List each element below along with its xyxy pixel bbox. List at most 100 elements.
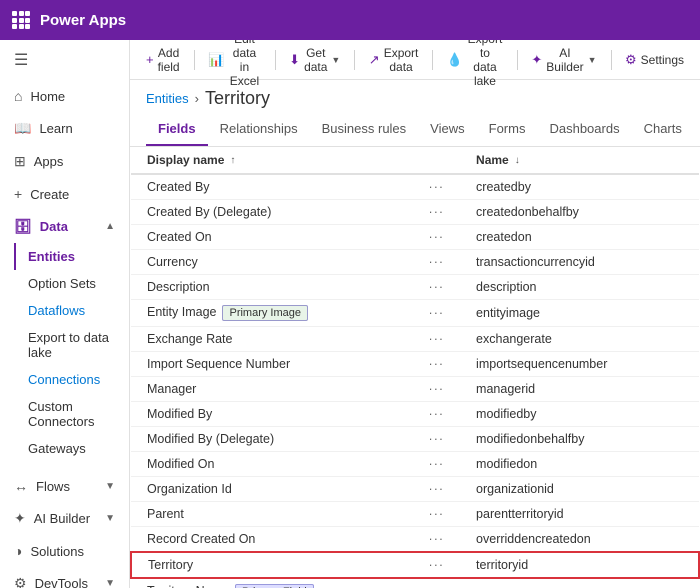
table-row[interactable]: Description···description <box>131 275 699 300</box>
export-data-icon: ↗ <box>369 52 380 68</box>
table-row[interactable]: Created By···createdby <box>131 174 699 200</box>
cell-actions[interactable]: ··· <box>413 578 461 588</box>
table-row[interactable]: Modified By···modifiedby <box>131 402 699 427</box>
cell-display: Created By <box>131 174 413 200</box>
cell-actions[interactable]: ··· <box>413 477 461 502</box>
apps-icon: ⊞ <box>14 153 26 170</box>
field-badge: Primary Image <box>222 305 308 321</box>
sidebar-sub-gateways[interactable]: Gateways <box>14 435 129 462</box>
tab-views[interactable]: Views <box>418 113 476 146</box>
table-row[interactable]: Created By (Delegate)···createdonbehalfb… <box>131 200 699 225</box>
cell-actions[interactable]: ··· <box>413 200 461 225</box>
sidebar-item-create[interactable]: + Create <box>0 178 129 210</box>
flows-icon: ↔ <box>14 478 28 494</box>
cell-name: entityimage <box>460 300 699 327</box>
sidebar-sub-export[interactable]: Export to data lake <box>14 324 129 366</box>
cell-actions[interactable]: ··· <box>413 225 461 250</box>
table-row[interactable]: Territory···territoryid <box>131 552 699 578</box>
col-header-name[interactable]: Name ↓ <box>460 147 699 174</box>
edit-excel-icon: 📊 <box>208 52 224 68</box>
cell-actions[interactable]: ··· <box>413 452 461 477</box>
sidebar-sub-option-sets[interactable]: Option Sets <box>14 270 129 297</box>
sidebar-item-solutions[interactable]: ◑ Solutions <box>0 535 129 567</box>
sidebar-item-flows[interactable]: ↔ Flows ▼ <box>0 470 129 502</box>
sidebar-sub-dataflows[interactable]: Dataflows <box>14 297 129 324</box>
tab-keys[interactable]: Keys <box>694 113 700 146</box>
table-row[interactable]: Organization Id···organizationid <box>131 477 699 502</box>
sidebar-item-home[interactable]: ⌂ Home <box>0 80 129 112</box>
sidebar-sub-custom-connectors[interactable]: Custom Connectors <box>14 393 129 435</box>
cell-display: Record Created On <box>131 527 413 553</box>
table-row[interactable]: Modified By (Delegate)···modifiedonbehal… <box>131 427 699 452</box>
sidebar-item-apps[interactable]: ⊞ Apps <box>0 145 129 178</box>
table-row[interactable]: Created On···createdon <box>131 225 699 250</box>
add-field-button[interactable]: + Add field <box>138 42 188 78</box>
table-row[interactable]: Record Created On···overriddencreatedon <box>131 527 699 553</box>
table-row[interactable]: Entity ImagePrimary Image···entityimage <box>131 300 699 327</box>
sidebar-item-data[interactable]: 🗄 Data ▲ <box>0 210 129 243</box>
tab-charts[interactable]: Charts <box>632 113 694 146</box>
settings-icon: ⚙ <box>625 52 637 68</box>
add-field-icon: + <box>146 52 154 67</box>
cell-display: Description <box>131 275 413 300</box>
sidebar-sub-entities[interactable]: Entities <box>14 243 129 270</box>
col-header-display[interactable]: Display name ↑ <box>131 147 413 174</box>
tab-fields[interactable]: Fields <box>146 113 208 146</box>
tab-dashboards[interactable]: Dashboards <box>537 113 631 146</box>
breadcrumb-current: Territory <box>205 88 270 109</box>
sidebar-sub-connections[interactable]: Connections <box>14 366 129 393</box>
sidebar-item-ai-builder[interactable]: ✦ AI Builder ▼ <box>0 502 129 535</box>
settings-button[interactable]: ⚙ Settings <box>617 48 692 72</box>
cell-display: Manager <box>131 377 413 402</box>
tab-relationships[interactable]: Relationships <box>208 113 310 146</box>
breadcrumb-separator: › <box>195 91 199 106</box>
table-row[interactable]: Modified On···modifiedon <box>131 452 699 477</box>
cell-display: Territory <box>131 552 413 578</box>
cell-name: name <box>460 578 699 588</box>
table-row[interactable]: Territory NamePrimary Field···name <box>131 578 699 588</box>
cell-name: managerid <box>460 377 699 402</box>
cell-actions[interactable]: ··· <box>413 352 461 377</box>
cell-display: Created By (Delegate) <box>131 200 413 225</box>
cell-actions[interactable]: ··· <box>413 427 461 452</box>
tab-forms[interactable]: Forms <box>477 113 538 146</box>
field-badge: Primary Field <box>235 584 314 588</box>
tab-business-rules[interactable]: Business rules <box>310 113 419 146</box>
ai-builder-caret-icon: ▼ <box>588 55 597 65</box>
cell-actions[interactable]: ··· <box>413 502 461 527</box>
table-row[interactable]: Manager···managerid <box>131 377 699 402</box>
ai-builder-button[interactable]: ✦ AI Builder ▼ <box>523 42 604 78</box>
cell-actions[interactable]: ··· <box>413 327 461 352</box>
solutions-icon: ◑ <box>14 543 22 559</box>
cell-actions[interactable]: ··· <box>413 402 461 427</box>
cell-actions[interactable]: ··· <box>413 250 461 275</box>
cell-name: territoryid <box>460 552 699 578</box>
cell-display: Modified By (Delegate) <box>131 427 413 452</box>
table-row[interactable]: Import Sequence Number···importsequencen… <box>131 352 699 377</box>
sidebar-item-devtools[interactable]: ⚙ DevTools ▼ <box>0 567 129 588</box>
data-submenu: Entities Option Sets Dataflows Export to… <box>0 243 129 462</box>
cell-actions[interactable]: ··· <box>413 275 461 300</box>
cell-display: Import Sequence Number <box>131 352 413 377</box>
sort-display-icon: ↑ <box>230 155 235 166</box>
breadcrumb-parent[interactable]: Entities <box>146 91 189 106</box>
cell-display: Parent <box>131 502 413 527</box>
table-row[interactable]: Exchange Rate···exchangerate <box>131 327 699 352</box>
cell-actions[interactable]: ··· <box>413 377 461 402</box>
app-grid-icon[interactable] <box>12 11 30 29</box>
cell-actions[interactable]: ··· <box>413 552 461 578</box>
cell-actions[interactable]: ··· <box>413 527 461 553</box>
table-row[interactable]: Parent···parentterritoryid <box>131 502 699 527</box>
top-bar: Power Apps <box>0 0 700 40</box>
sidebar: ☰ ⌂ Home 📖 Learn ⊞ Apps + Create 🗄 Data … <box>0 40 130 588</box>
sidebar-item-learn[interactable]: 📖 Learn <box>0 112 129 145</box>
hamburger-menu[interactable]: ☰ <box>0 40 129 80</box>
export-data-button[interactable]: ↗ Export data <box>361 42 427 78</box>
cell-display: Exchange Rate <box>131 327 413 352</box>
table-row[interactable]: Currency···transactioncurrencyid <box>131 250 699 275</box>
get-data-button[interactable]: ⬇ Get data ▼ <box>281 42 348 78</box>
get-data-icon: ⬇ <box>289 52 300 68</box>
cell-display: Created On <box>131 225 413 250</box>
cell-actions[interactable]: ··· <box>413 300 461 327</box>
cell-actions[interactable]: ··· <box>413 174 461 200</box>
